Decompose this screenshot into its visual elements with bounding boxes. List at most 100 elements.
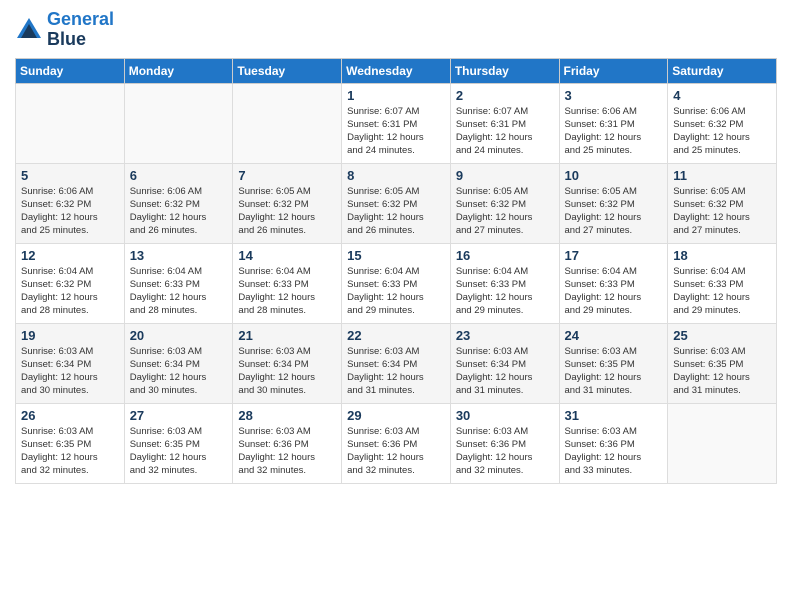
day-number: 17 (565, 248, 663, 263)
calendar-cell: 21 Sunrise: 6:03 AM Sunset: 6:34 PM Dayli… (233, 323, 342, 403)
day-number: 6 (130, 168, 228, 183)
day-number: 15 (347, 248, 445, 263)
calendar-cell: 5 Sunrise: 6:06 AM Sunset: 6:32 PM Daylig… (16, 163, 125, 243)
day-info: Sunrise: 6:06 AM Sunset: 6:31 PM Dayligh… (565, 105, 663, 158)
calendar-cell (233, 83, 342, 163)
day-info: Sunrise: 6:05 AM Sunset: 6:32 PM Dayligh… (347, 185, 445, 238)
day-number: 20 (130, 328, 228, 343)
weekday-header: Tuesday (233, 58, 342, 83)
day-info: Sunrise: 6:04 AM Sunset: 6:33 PM Dayligh… (565, 265, 663, 318)
day-number: 9 (456, 168, 554, 183)
weekday-header: Sunday (16, 58, 125, 83)
weekday-header: Thursday (450, 58, 559, 83)
day-info: Sunrise: 6:03 AM Sunset: 6:36 PM Dayligh… (238, 425, 336, 478)
day-number: 29 (347, 408, 445, 423)
calendar-cell: 2Sunrise: 6:07 AM Sunset: 6:31 PM Daylig… (450, 83, 559, 163)
calendar-cell: 24 Sunrise: 6:03 AM Sunset: 6:35 PM Dayli… (559, 323, 668, 403)
day-info: Sunrise: 6:03 AM Sunset: 6:34 PM Dayligh… (21, 345, 119, 398)
day-number: 14 (238, 248, 336, 263)
day-number: 28 (238, 408, 336, 423)
day-number: 10 (565, 168, 663, 183)
calendar-cell: 9 Sunrise: 6:05 AM Sunset: 6:32 PM Daylig… (450, 163, 559, 243)
day-info: Sunrise: 6:03 AM Sunset: 6:34 PM Dayligh… (456, 345, 554, 398)
day-info: Sunrise: 6:04 AM Sunset: 6:33 PM Dayligh… (673, 265, 771, 318)
calendar-cell: 29 Sunrise: 6:03 AM Sunset: 6:36 PM Dayli… (342, 403, 451, 483)
day-info: Sunrise: 6:06 AM Sunset: 6:32 PM Dayligh… (673, 105, 771, 158)
calendar-cell: 6 Sunrise: 6:06 AM Sunset: 6:32 PM Daylig… (124, 163, 233, 243)
calendar-week-row: 19 Sunrise: 6:03 AM Sunset: 6:34 PM Dayli… (16, 323, 777, 403)
weekday-header: Saturday (668, 58, 777, 83)
day-number: 24 (565, 328, 663, 343)
calendar-cell: 19 Sunrise: 6:03 AM Sunset: 6:34 PM Dayli… (16, 323, 125, 403)
day-info: Sunrise: 6:03 AM Sunset: 6:35 PM Dayligh… (21, 425, 119, 478)
day-info: Sunrise: 6:03 AM Sunset: 6:34 PM Dayligh… (238, 345, 336, 398)
weekday-header: Friday (559, 58, 668, 83)
day-number: 7 (238, 168, 336, 183)
calendar-cell: 25Sunrise: 6:03 AM Sunset: 6:35 PM Dayli… (668, 323, 777, 403)
day-number: 30 (456, 408, 554, 423)
day-info: Sunrise: 6:03 AM Sunset: 6:36 PM Dayligh… (456, 425, 554, 478)
weekday-header: Monday (124, 58, 233, 83)
calendar-cell: 22 Sunrise: 6:03 AM Sunset: 6:34 PM Dayli… (342, 323, 451, 403)
day-info: Sunrise: 6:05 AM Sunset: 6:32 PM Dayligh… (565, 185, 663, 238)
day-info: Sunrise: 6:04 AM Sunset: 6:33 PM Dayligh… (456, 265, 554, 318)
day-number: 5 (21, 168, 119, 183)
day-info: Sunrise: 6:04 AM Sunset: 6:33 PM Dayligh… (130, 265, 228, 318)
day-info: Sunrise: 6:03 AM Sunset: 6:36 PM Dayligh… (347, 425, 445, 478)
day-info: Sunrise: 6:05 AM Sunset: 6:32 PM Dayligh… (673, 185, 771, 238)
day-info: Sunrise: 6:07 AM Sunset: 6:31 PM Dayligh… (347, 105, 445, 158)
calendar-cell: 28 Sunrise: 6:03 AM Sunset: 6:36 PM Dayli… (233, 403, 342, 483)
calendar-cell: 20 Sunrise: 6:03 AM Sunset: 6:34 PM Dayli… (124, 323, 233, 403)
day-info: Sunrise: 6:04 AM Sunset: 6:33 PM Dayligh… (347, 265, 445, 318)
day-info: Sunrise: 6:04 AM Sunset: 6:33 PM Dayligh… (238, 265, 336, 318)
day-number: 18 (673, 248, 771, 263)
day-number: 4 (673, 88, 771, 103)
day-number: 11 (673, 168, 771, 183)
day-info: Sunrise: 6:03 AM Sunset: 6:35 PM Dayligh… (565, 345, 663, 398)
page-header: General Blue (15, 10, 777, 50)
day-number: 31 (565, 408, 663, 423)
calendar-cell: 1 Sunrise: 6:07 AM Sunset: 6:31 PM Daylig… (342, 83, 451, 163)
day-number: 13 (130, 248, 228, 263)
day-info: Sunrise: 6:03 AM Sunset: 6:34 PM Dayligh… (347, 345, 445, 398)
day-info: Sunrise: 6:03 AM Sunset: 6:34 PM Dayligh… (130, 345, 228, 398)
day-info: Sunrise: 6:04 AM Sunset: 6:32 PM Dayligh… (21, 265, 119, 318)
calendar-cell: 30 Sunrise: 6:03 AM Sunset: 6:36 PM Dayli… (450, 403, 559, 483)
logo-icon (15, 16, 43, 44)
day-number: 19 (21, 328, 119, 343)
day-number: 12 (21, 248, 119, 263)
day-info: Sunrise: 6:05 AM Sunset: 6:32 PM Dayligh… (238, 185, 336, 238)
day-info: Sunrise: 6:05 AM Sunset: 6:32 PM Dayligh… (456, 185, 554, 238)
calendar-cell: 15 Sunrise: 6:04 AM Sunset: 6:33 PM Dayli… (342, 243, 451, 323)
day-number: 16 (456, 248, 554, 263)
logo-text: General Blue (47, 10, 114, 50)
day-number: 26 (21, 408, 119, 423)
day-info: Sunrise: 6:03 AM Sunset: 6:36 PM Dayligh… (565, 425, 663, 478)
calendar-table: SundayMondayTuesdayWednesdayThursdayFrid… (15, 58, 777, 484)
calendar-week-row: 1 Sunrise: 6:07 AM Sunset: 6:31 PM Daylig… (16, 83, 777, 163)
calendar-cell: 7 Sunrise: 6:05 AM Sunset: 6:32 PM Daylig… (233, 163, 342, 243)
calendar-cell: 18 Sunrise: 6:04 AM Sunset: 6:33 PM Dayli… (668, 243, 777, 323)
calendar-cell: 12 Sunrise: 6:04 AM Sunset: 6:32 PM Dayli… (16, 243, 125, 323)
day-info: Sunrise: 6:03 AM Sunset: 6:35 PM Dayligh… (673, 345, 771, 398)
calendar-week-row: 12 Sunrise: 6:04 AM Sunset: 6:32 PM Dayli… (16, 243, 777, 323)
calendar-cell: 23Sunrise: 6:03 AM Sunset: 6:34 PM Dayli… (450, 323, 559, 403)
calendar-cell: 31 Sunrise: 6:03 AM Sunset: 6:36 PM Dayli… (559, 403, 668, 483)
day-number: 22 (347, 328, 445, 343)
calendar-cell: 14 Sunrise: 6:04 AM Sunset: 6:33 PM Dayli… (233, 243, 342, 323)
weekday-header-row: SundayMondayTuesdayWednesdayThursdayFrid… (16, 58, 777, 83)
calendar-cell (16, 83, 125, 163)
day-number: 21 (238, 328, 336, 343)
calendar-cell: 26 Sunrise: 6:03 AM Sunset: 6:35 PM Dayli… (16, 403, 125, 483)
weekday-header: Wednesday (342, 58, 451, 83)
day-number: 8 (347, 168, 445, 183)
day-info: Sunrise: 6:06 AM Sunset: 6:32 PM Dayligh… (130, 185, 228, 238)
calendar-cell: 13 Sunrise: 6:04 AM Sunset: 6:33 PM Dayli… (124, 243, 233, 323)
day-number: 1 (347, 88, 445, 103)
day-number: 3 (565, 88, 663, 103)
day-info: Sunrise: 6:06 AM Sunset: 6:32 PM Dayligh… (21, 185, 119, 238)
calendar-cell: 17 Sunrise: 6:04 AM Sunset: 6:33 PM Dayli… (559, 243, 668, 323)
calendar-cell: 3 Sunrise: 6:06 AM Sunset: 6:31 PM Daylig… (559, 83, 668, 163)
calendar-cell: 4 Sunrise: 6:06 AM Sunset: 6:32 PM Daylig… (668, 83, 777, 163)
day-number: 27 (130, 408, 228, 423)
